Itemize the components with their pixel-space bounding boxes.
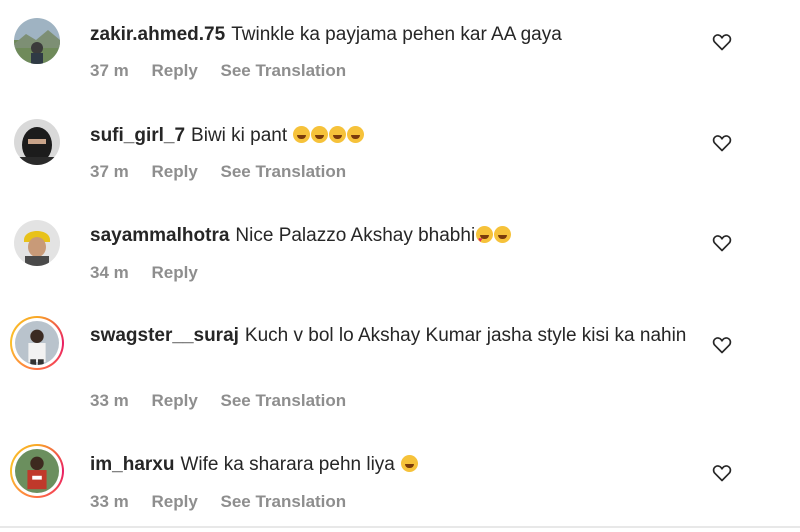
comment-username[interactable]: sayammalhotra [90,225,229,246]
comment-body: zakir.ahmed.75 Twinkle ka payjama pehen k… [90,21,690,48]
comment-username[interactable]: im_harxu [90,454,174,475]
see-translation-button[interactable]: See Translation [221,162,347,181]
comment-text: Wife ka sharara pehn liya [180,454,395,475]
comment-meta: 34 m Reply [90,263,216,283]
comment-text: Nice Palazzo Akshay bhabhi [235,225,476,246]
like-heart-icon[interactable] [712,32,732,52]
reply-button[interactable]: Reply [151,391,197,410]
avatar-story-ring[interactable] [10,316,64,370]
comment-body: sayammalhotra Nice Palazzo Akshay bhabhi [90,222,690,254]
avatar [12,446,62,496]
comment-text: Biwi ki pant [191,125,288,146]
comment-meta: 33 m Reply See Translation [90,391,364,411]
laughing-tears-emoji-icon [347,126,365,143]
laughing-tears-emoji-icon [494,226,512,243]
comment-time: 37 m [90,162,129,181]
comment-time: 33 m [90,391,129,410]
comment-body: swagster__suraj Kuch v bol lo Akshay Kuma… [90,322,700,349]
comment-username[interactable]: swagster__suraj [90,325,239,346]
comment-body: im_harxu Wife ka sharara pehn liya [90,451,690,478]
see-translation-button[interactable]: See Translation [221,492,347,511]
comment-username[interactable]: zakir.ahmed.75 [90,24,225,45]
like-heart-icon[interactable] [712,133,732,153]
comment-username[interactable]: sufi_girl_7 [90,125,185,146]
heart-eyes-emoji-icon [476,226,494,254]
comment-time: 33 m [90,492,129,511]
comment-meta: 37 m Reply See Translation [90,162,364,182]
divider [0,526,800,528]
like-heart-icon[interactable] [712,463,732,483]
like-heart-icon[interactable] [712,335,732,355]
comment-time: 34 m [90,263,129,282]
comment-text: Kuch v bol lo Akshay Kumar jasha style k… [244,325,687,346]
see-translation-button[interactable]: See Translation [221,391,347,410]
comments-list: zakir.ahmed.75 Twinkle ka payjama pehen k… [0,0,800,532]
laughing-tears-emoji-icon [401,455,419,472]
comment-meta: 33 m Reply See Translation [90,492,364,512]
like-heart-icon[interactable] [712,233,732,253]
comment-time: 37 m [90,61,129,80]
avatar[interactable] [14,18,60,64]
reply-button[interactable]: Reply [151,263,197,282]
avatar [12,318,62,368]
reply-button[interactable]: Reply [151,162,197,181]
see-translation-button[interactable]: See Translation [221,61,347,80]
laughing-tears-emoji-icon [293,126,311,143]
avatar[interactable] [14,119,60,165]
avatar[interactable] [14,220,60,266]
comment-meta: 37 m Reply See Translation [90,61,364,81]
laughing-tears-emoji-icon [311,126,329,143]
comment-body: sufi_girl_7 Biwi ki pant [90,122,690,149]
comment-text: Twinkle ka payjama pehen kar AA gaya [231,24,562,45]
reply-button[interactable]: Reply [151,492,197,511]
reply-button[interactable]: Reply [151,61,197,80]
avatar-story-ring[interactable] [10,444,64,498]
laughing-tears-emoji-icon [329,126,347,143]
